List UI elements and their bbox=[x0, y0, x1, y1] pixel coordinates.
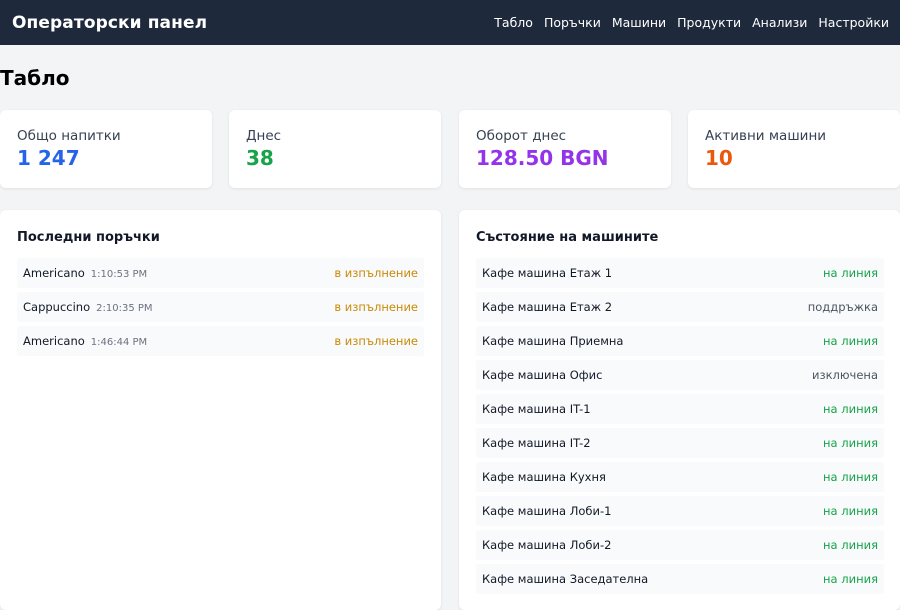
nav-link-settings[interactable]: Настройки bbox=[818, 15, 889, 30]
machine-name: Кафе машина Офис bbox=[482, 368, 603, 382]
machine-name: Кафе машина Заседателна bbox=[482, 572, 649, 586]
order-status: в изпълнение bbox=[334, 266, 418, 280]
panel-title: Състояние на машините bbox=[476, 230, 659, 245]
machine-row[interactable]: Кафе машина Кухня на линия bbox=[476, 462, 884, 492]
machine-status: на линия bbox=[823, 470, 878, 484]
stat-card-today: Днес 38 bbox=[229, 110, 441, 188]
stat-label: Днес bbox=[246, 128, 282, 144]
app-title: Операторски панел bbox=[12, 12, 208, 33]
machine-name: Кафе машина Кухня bbox=[482, 470, 606, 484]
machine-name: Кафе машина Лоби-1 bbox=[482, 504, 612, 518]
machine-row[interactable]: Кафе машина Лоби-2 на линия bbox=[476, 530, 884, 560]
order-row[interactable]: Cappuccino 2:10:35 PM в изпълнение bbox=[17, 292, 424, 322]
stat-label: Оборот днес bbox=[476, 128, 567, 144]
machine-row[interactable]: Кафе машина IT-1 на линия bbox=[476, 394, 884, 424]
machine-status: на линия bbox=[823, 402, 878, 416]
stat-label: Активни машини bbox=[705, 128, 827, 144]
machine-row[interactable]: Кафе машина Офис изключена bbox=[476, 360, 884, 390]
machine-status: поддръжка bbox=[807, 300, 878, 314]
top-nav-bar: Операторски панел Табло Поръчки Машини П… bbox=[0, 0, 900, 45]
order-row[interactable]: Americano 1:10:53 PM в изпълнение bbox=[17, 258, 424, 288]
machine-name: Кафе машина Етаж 2 bbox=[482, 300, 613, 314]
machine-name: Кафе машина IT-1 bbox=[482, 402, 591, 416]
orders-list: Americano 1:10:53 PM в изпълнение Cappuccin… bbox=[17, 258, 424, 356]
panel-title: Последни поръчки bbox=[17, 230, 160, 245]
stat-value: 10 bbox=[705, 146, 733, 170]
machine-row[interactable]: Кафе машина Лоби-1 на линия bbox=[476, 496, 884, 526]
machine-status: на линия bbox=[823, 538, 878, 552]
stat-card-total-drinks: Общо напитки 1 247 bbox=[0, 110, 212, 188]
order-row[interactable]: Americano 1:46:44 PM в изпълнение bbox=[17, 326, 424, 356]
order-info: Americano 1:10:53 PM bbox=[23, 266, 147, 280]
machine-name: Кафе машина IT-2 bbox=[482, 436, 591, 450]
machine-status: на линия bbox=[823, 572, 878, 586]
recent-orders-panel: Последни поръчки Americano 1:10:53 PM в из… bbox=[0, 210, 441, 610]
order-product-name: Cappuccino bbox=[23, 300, 91, 314]
stat-label: Общо напитки bbox=[17, 128, 121, 144]
nav-link-orders[interactable]: Поръчки bbox=[544, 15, 601, 30]
machine-status: на линия bbox=[823, 436, 878, 450]
machines-list: Кафе машина Етаж 1 на линия Кафе машина Ет… bbox=[476, 258, 884, 594]
nav-link-dashboard[interactable]: Табло bbox=[494, 15, 533, 30]
stat-value: 38 bbox=[246, 146, 274, 170]
page-title: Табло bbox=[0, 66, 70, 90]
nav-link-analytics[interactable]: Анализи bbox=[752, 15, 807, 30]
machine-name: Кафе машина Етаж 1 bbox=[482, 266, 613, 280]
order-time: 1:10:53 PM bbox=[90, 269, 148, 280]
main-nav: Табло Поръчки Машини Продукти Анализи На… bbox=[494, 15, 889, 30]
machine-status: изключена bbox=[811, 368, 878, 382]
machine-status: на линия bbox=[823, 266, 878, 280]
order-info: Americano 1:46:44 PM bbox=[23, 334, 147, 348]
machine-row[interactable]: Кафе машина Етаж 2 поддръжка bbox=[476, 292, 884, 322]
stat-value: 128.50 BGN bbox=[476, 146, 609, 170]
machine-status: на линия bbox=[823, 504, 878, 518]
machine-status: на линия bbox=[823, 334, 878, 348]
order-product-name: Americano bbox=[23, 334, 85, 348]
order-time: 2:10:35 PM bbox=[96, 303, 153, 314]
order-info: Cappuccino 2:10:35 PM bbox=[23, 300, 153, 314]
order-status: в изпълнение bbox=[334, 334, 418, 348]
stats-row: Общо напитки 1 247 Днес 38 Оборот днес 1… bbox=[0, 110, 900, 188]
machine-row[interactable]: Кафе машина Етаж 1 на линия bbox=[476, 258, 884, 288]
order-time: 1:46:44 PM bbox=[90, 337, 148, 348]
stat-card-active-machines: Активни машини 10 bbox=[688, 110, 900, 188]
machine-row[interactable]: Кафе машина Приемна на линия bbox=[476, 326, 884, 356]
machine-row[interactable]: Кафе машина Заседателна на линия bbox=[476, 564, 884, 594]
order-product-name: Americano bbox=[23, 266, 85, 280]
order-status: в изпълнение bbox=[334, 300, 418, 314]
machine-row[interactable]: Кафе машина IT-2 на линия bbox=[476, 428, 884, 458]
nav-link-products[interactable]: Продукти bbox=[677, 15, 741, 30]
machine-status-panel: Състояние на машините Кафе машина Етаж 1… bbox=[459, 210, 900, 610]
machine-name: Кафе машина Лоби-2 bbox=[482, 538, 612, 552]
stat-value: 1 247 bbox=[17, 146, 80, 170]
machine-name: Кафе машина Приемна bbox=[482, 334, 624, 348]
nav-link-machines[interactable]: Машини bbox=[612, 15, 666, 30]
stat-card-revenue-today: Оборот днес 128.50 BGN bbox=[459, 110, 671, 188]
